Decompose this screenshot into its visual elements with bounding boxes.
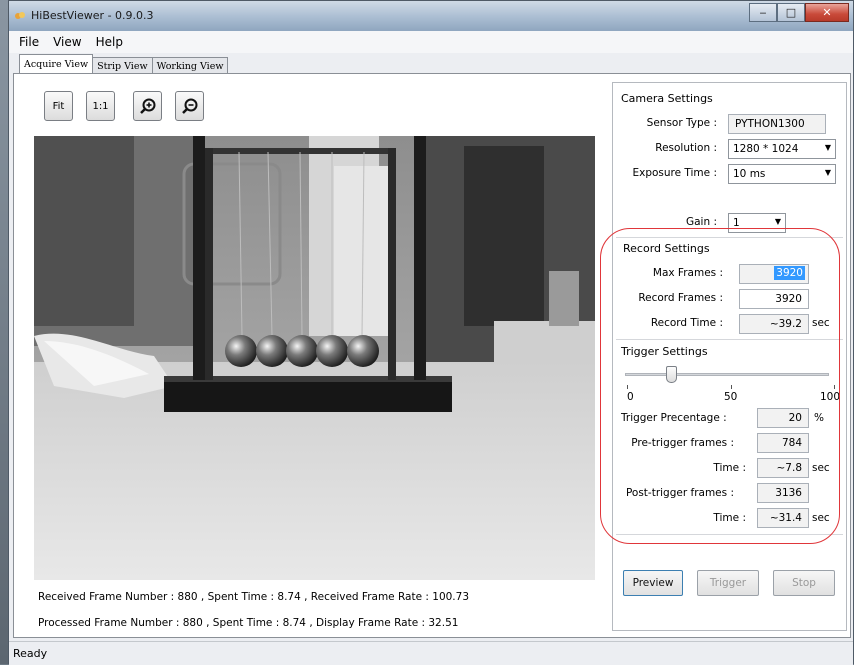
maximize-button[interactable]: □: [777, 3, 805, 22]
close-icon: ✕: [822, 6, 832, 19]
exposure-time-value: 10 ms: [733, 168, 766, 180]
view-tabs: Acquire View Strip View Working View: [19, 53, 229, 74]
sensor-type-value: PYTHON1300: [728, 114, 826, 134]
post-trigger-frames-value: 3136: [757, 483, 809, 503]
processed-frame-info: Processed Frame Number : 880 , Spent Tim…: [38, 617, 459, 629]
menu-view[interactable]: View: [46, 35, 88, 49]
record-frames-input[interactable]: 3920: [739, 289, 809, 309]
scale-max: 100: [820, 391, 841, 403]
stop-button[interactable]: Stop: [773, 570, 835, 596]
app-window: HiBestViewer - 0.9.0.3 ‒ □ ✕ File View H…: [8, 0, 854, 665]
record-time-unit: sec: [812, 317, 830, 329]
record-time-label: Record Time :: [650, 317, 723, 329]
divider: [616, 237, 843, 238]
newtons-cradle-photo: [34, 136, 595, 580]
gain-label: Gain :: [685, 216, 717, 228]
window-title: HiBestViewer - 0.9.0.3: [31, 9, 154, 22]
trigger-percentage-label: Trigger Precentage :: [621, 412, 727, 424]
trigger-percentage-unit: %: [814, 412, 824, 424]
chevron-down-icon: ▼: [774, 217, 781, 226]
fit-label: Fit: [52, 100, 65, 112]
tab-working-view[interactable]: Working View: [151, 57, 229, 74]
slider-thumb[interactable]: [666, 366, 677, 383]
settings-panel: Camera Settings Sensor Type : PYTHON1300…: [612, 82, 847, 631]
pre-trigger-frames-label: Pre-trigger frames :: [631, 437, 734, 449]
trigger-percentage-value: 20: [757, 408, 809, 428]
exposure-time-label: Exposure Time :: [632, 167, 717, 179]
minimize-icon: ‒: [759, 6, 767, 19]
camera-image[interactable]: [34, 136, 595, 580]
post-trigger-time-value: ~31.4: [757, 508, 809, 528]
close-button[interactable]: ✕: [805, 3, 849, 22]
one-to-one-button[interactable]: 1:1: [86, 91, 115, 121]
scale-min: 0: [627, 391, 634, 403]
post-trigger-frames-label: Post-trigger frames :: [625, 487, 734, 499]
trigger-slider[interactable]: [625, 365, 835, 383]
app-icon: [15, 12, 25, 19]
zoom-out-icon: [181, 98, 197, 114]
exposure-time-select[interactable]: 10 ms ▼: [728, 164, 836, 184]
zoom-in-icon: [139, 98, 155, 114]
received-frame-info: Received Frame Number : 880 , Spent Time…: [38, 591, 470, 603]
menu-file[interactable]: File: [12, 35, 46, 49]
record-frames-label: Record Frames :: [638, 292, 723, 304]
status-bar: Ready: [9, 641, 853, 665]
chevron-down-icon: ▼: [824, 168, 831, 177]
zoom-in-button[interactable]: [133, 91, 162, 121]
preview-button[interactable]: Preview: [623, 570, 683, 596]
pre-trigger-frames-value: 784: [757, 433, 809, 453]
pre-trigger-time-value: ~7.8: [757, 458, 809, 478]
image-viewer: Fit 1:1 Received Frame Number: 880 , Sp…: [20, 74, 604, 634]
scale-mid: 50: [724, 391, 738, 403]
pre-trigger-time-unit: sec: [812, 462, 830, 474]
trigger-button[interactable]: Trigger: [697, 570, 759, 596]
tab-acquire-view[interactable]: Acquire View: [19, 54, 94, 74]
camera-settings-title: Camera Settings: [621, 92, 713, 105]
acquire-view-panel: Fit 1:1 Received Frame Number: 880 , Sp…: [13, 73, 851, 638]
max-frames-value: 3920: [739, 264, 809, 284]
title-bar[interactable]: HiBestViewer - 0.9.0.3 ‒ □ ✕: [9, 1, 853, 31]
resolution-label: Resolution :: [655, 142, 717, 154]
resolution-value: 1280 * 1024: [733, 143, 799, 155]
menu-bar: File View Help: [9, 31, 853, 53]
gain-value: 1: [733, 217, 740, 229]
post-trigger-time-label: Time :: [713, 512, 746, 524]
divider: [616, 339, 843, 340]
slider-ticks: [627, 385, 835, 389]
pre-trigger-time-label: Time :: [713, 462, 746, 474]
maximize-icon: □: [785, 6, 797, 19]
resolution-select[interactable]: 1280 * 1024 ▼: [728, 139, 836, 159]
minimize-button[interactable]: ‒: [749, 3, 777, 22]
trigger-settings-title: Trigger Settings: [621, 345, 708, 358]
menu-help[interactable]: Help: [89, 35, 130, 49]
record-time-value: ~39.2: [739, 314, 809, 334]
tab-strip-view[interactable]: Strip View: [92, 57, 153, 74]
fit-button[interactable]: Fit: [44, 91, 73, 121]
post-trigger-time-unit: sec: [812, 512, 830, 524]
gain-select[interactable]: 1 ▼: [728, 213, 786, 233]
sensor-type-label: Sensor Type :: [646, 117, 717, 129]
max-frames-text: 3920: [774, 266, 805, 280]
divider: [616, 534, 843, 535]
max-frames-label: Max Frames :: [652, 267, 723, 279]
zoom-out-button[interactable]: [175, 91, 204, 121]
one-to-one-label: 1:1: [92, 100, 109, 112]
slider-track: [625, 373, 829, 376]
chevron-down-icon: ▼: [824, 143, 831, 152]
record-settings-title: Record Settings: [623, 242, 710, 255]
